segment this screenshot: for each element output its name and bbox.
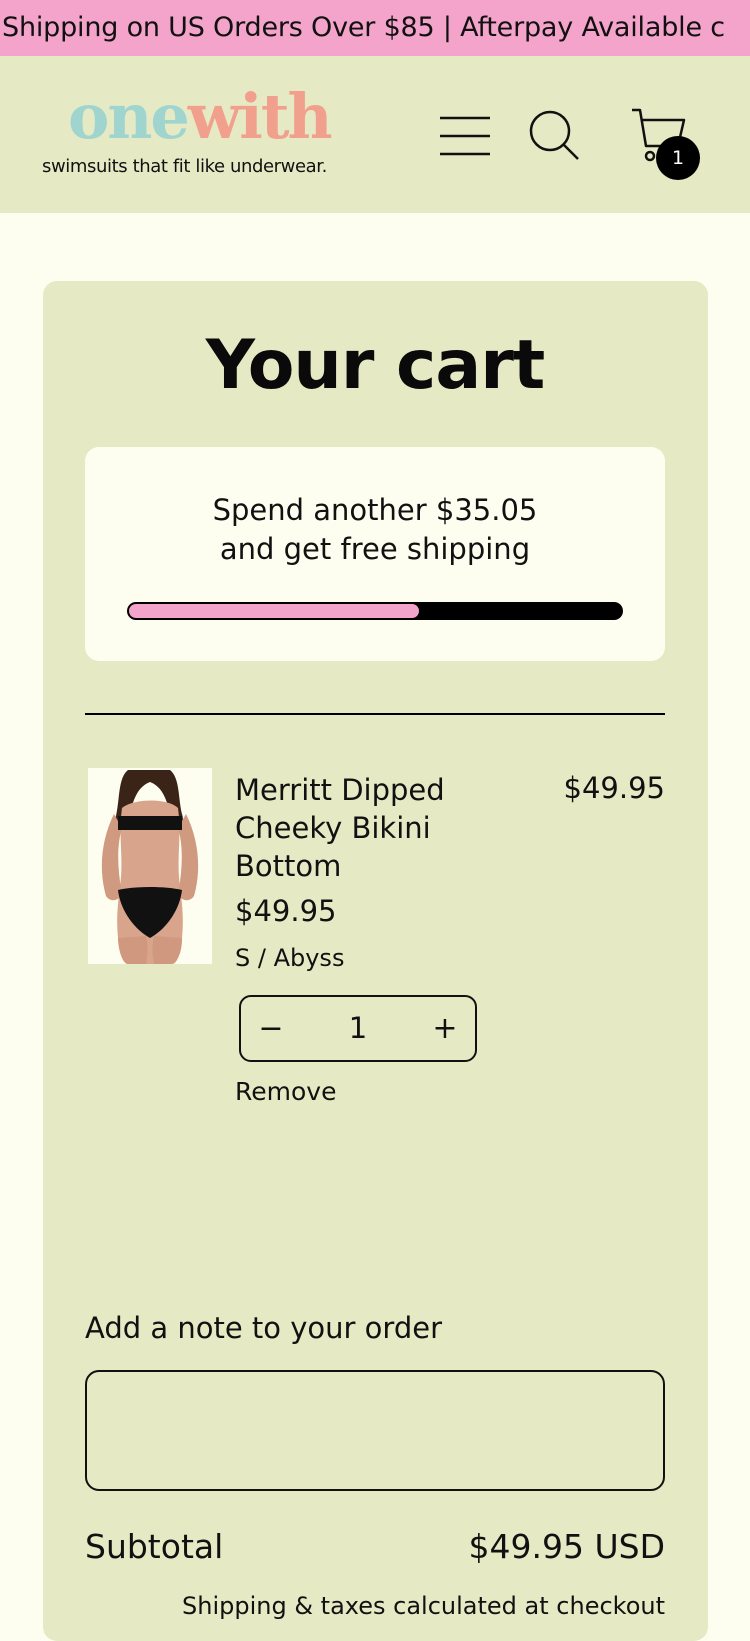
page-title: Your cart — [205, 326, 546, 405]
site-header: onewith swimsuits that fit like underwea… — [0, 56, 750, 213]
subtotal-label: Subtotal — [85, 1527, 224, 1566]
free-shipping-message: Spend another $35.05 and get free shippi… — [85, 491, 665, 569]
announcement-text: Shipping on US Orders Over $85 | Afterpa… — [2, 12, 725, 43]
quantity-stepper: − 1 + — [239, 995, 477, 1062]
subtotal-value: $49.95 USD — [468, 1527, 665, 1566]
order-note-textarea[interactable] — [85, 1370, 665, 1491]
brand-logo[interactable]: onewith swimsuits that fit like underwea… — [42, 86, 372, 196]
product-image[interactable] — [88, 768, 212, 964]
product-price: $49.95 — [235, 894, 337, 928]
line-item-total: $49.95 — [563, 771, 665, 805]
free-shipping-line-1: Spend another $35.05 — [212, 493, 538, 527]
cart-count-badge: 1 — [656, 136, 700, 180]
divider — [85, 713, 665, 715]
product-variant: S / Abyss — [235, 944, 345, 972]
order-note-label: Add a note to your order — [85, 1311, 442, 1345]
shipping-tax-note: Shipping & taxes calculated at checkout — [182, 1592, 665, 1620]
increase-quantity-button[interactable]: + — [415, 997, 475, 1060]
free-shipping-line-2: and get free shipping — [219, 532, 531, 566]
quantity-value[interactable]: 1 — [301, 997, 415, 1060]
progress-fill — [129, 604, 420, 618]
search-icon[interactable] — [528, 109, 580, 161]
product-name[interactable]: Merritt Dipped Cheeky Bikini Bottom — [235, 771, 495, 885]
hamburger-menu-icon[interactable] — [440, 116, 490, 156]
announcement-bar: Shipping on US Orders Over $85 | Afterpa… — [0, 0, 750, 56]
free-shipping-progress-bar — [127, 602, 623, 620]
free-shipping-box: Spend another $35.05 and get free shippi… — [85, 447, 665, 661]
logo-tagline: swimsuits that fit like underwear. — [42, 156, 327, 177]
decrease-quantity-button[interactable]: − — [241, 997, 301, 1060]
remove-item-link[interactable]: Remove — [235, 1077, 336, 1106]
logo-wordmark: onewith — [68, 80, 333, 153]
